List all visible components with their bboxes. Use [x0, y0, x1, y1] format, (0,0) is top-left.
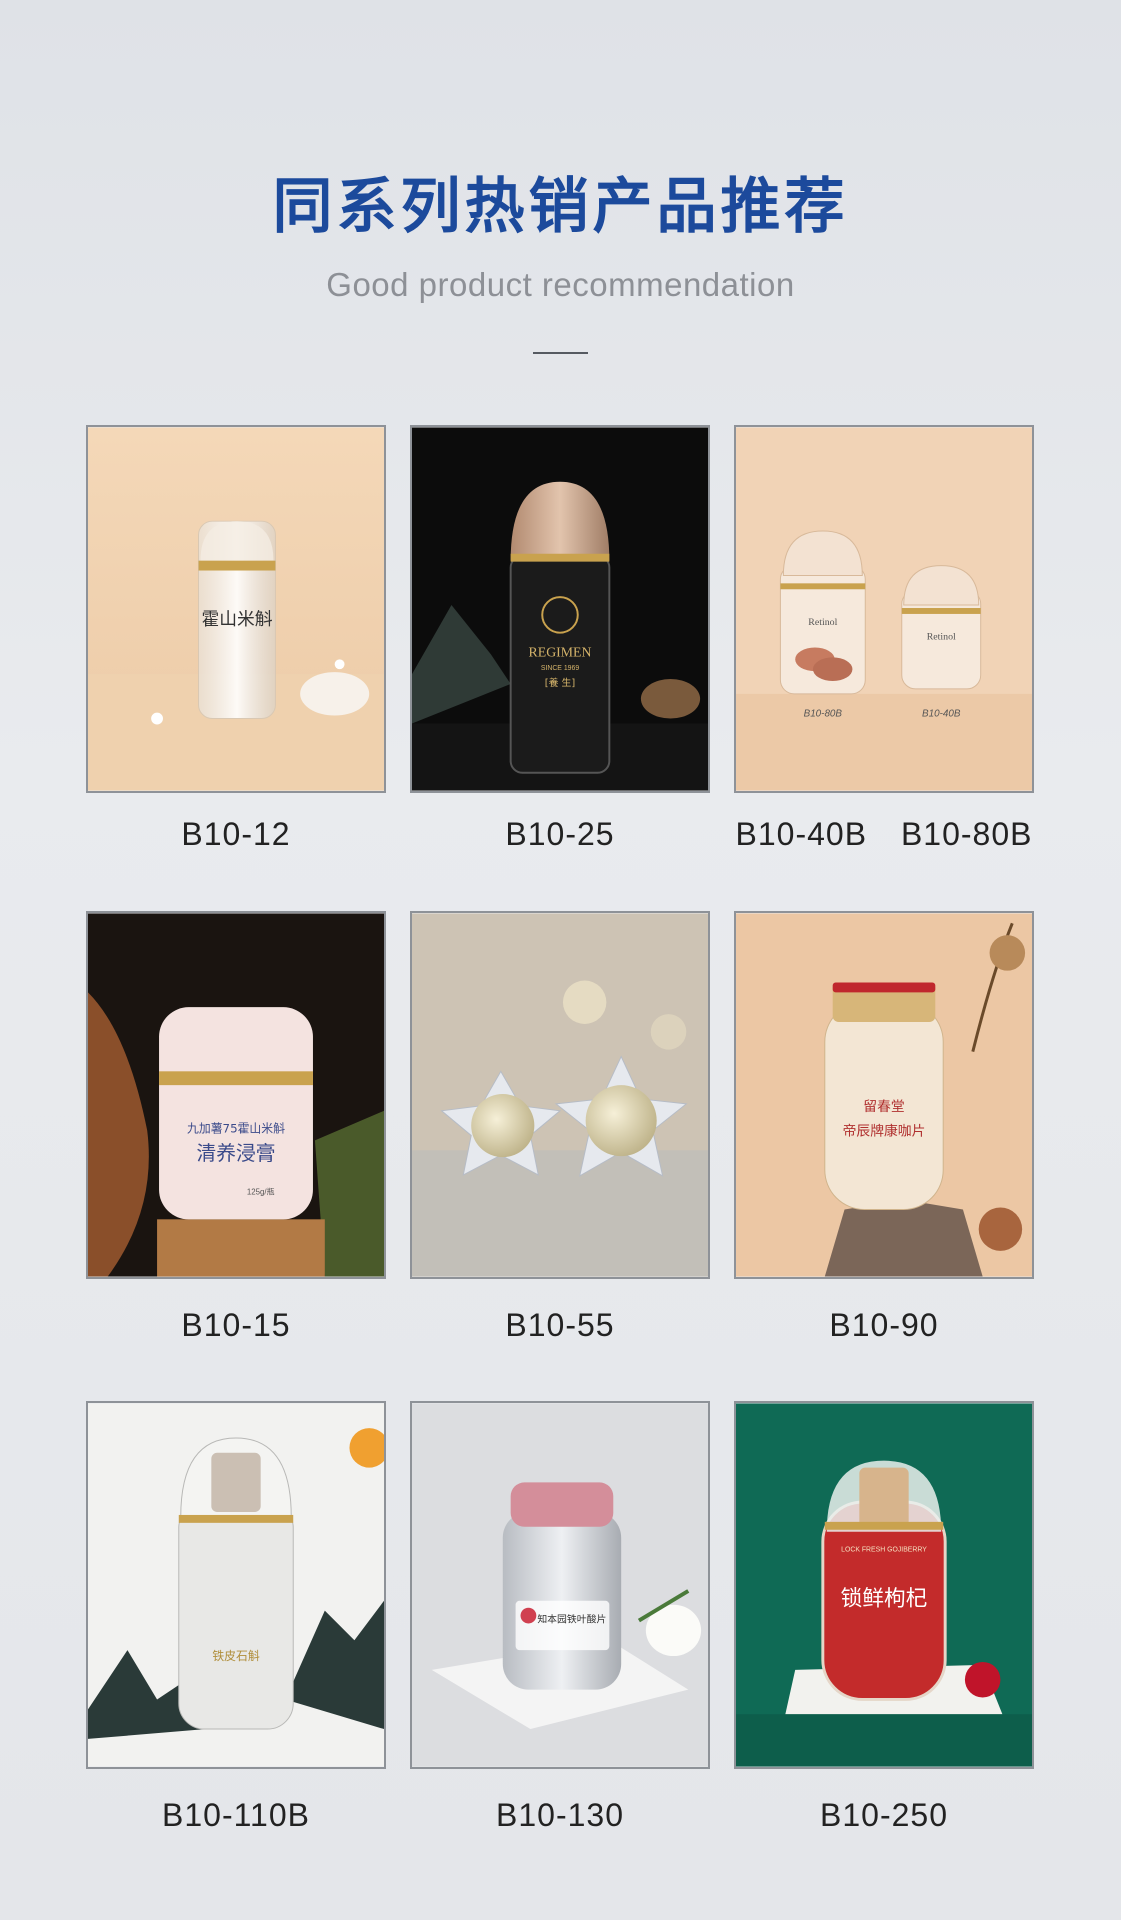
bottle-sub: SINCE 1969: [541, 665, 579, 672]
product-image: 九加薯75霍山米斛 清养浸膏 125g/瓶: [88, 913, 384, 1277]
bottle-label: REGIMEN: [529, 644, 592, 659]
bottle-label: 清养浸膏: [197, 1142, 276, 1165]
product-image: LOCK FRESH GOJIBERRY 锁鲜枸杞: [736, 1403, 1032, 1767]
product-card-b10-55[interactable]: [410, 911, 710, 1279]
product-image: 知本园铁叶酸片: [412, 1403, 708, 1767]
product-image: 铁皮石斛: [88, 1403, 384, 1767]
bottle-right-code: B10-40B: [922, 709, 961, 720]
bottle-label: 帝辰牌康咖片: [843, 1122, 926, 1139]
bottle-label: Retinol: [927, 632, 956, 643]
product-card-b10-250[interactable]: LOCK FRESH GOJIBERRY 锁鲜枸杞: [734, 1401, 1034, 1769]
product-card-b10-25[interactable]: REGIMEN SINCE 1969 [養 生]: [410, 425, 710, 793]
bottle-cn: [養 生]: [545, 676, 576, 689]
bottle-label: 知本园铁叶酸片: [537, 1612, 606, 1625]
product-code: B10-12: [181, 816, 291, 852]
bottle-brand: 留春堂: [863, 1099, 904, 1115]
product-image: 霍山米斛: [88, 427, 384, 791]
product-code: B10-130: [496, 1797, 624, 1833]
bottle-label: 锁鲜枸杞: [841, 1587, 928, 1612]
product-code: B10-250: [820, 1797, 948, 1833]
page-subtitle: Good product recommendation: [326, 266, 795, 303]
product-card-b10-15[interactable]: 九加薯75霍山米斛 清养浸膏 125g/瓶: [86, 911, 386, 1279]
product-card-b10-90[interactable]: 留春堂 帝辰牌康咖片: [734, 911, 1034, 1279]
title-divider: [533, 352, 588, 354]
product-image: REGIMEN SINCE 1969 [養 生]: [412, 427, 708, 791]
bottle-label: Retinol: [808, 617, 837, 628]
page-title: 同系列热销产品推荐: [272, 172, 849, 242]
product-code: B10-110B: [162, 1797, 310, 1833]
product-code: B10-90: [829, 1307, 939, 1343]
product-image: Retinol Retinol B10-80B B10-40B: [736, 427, 1032, 791]
bottle-left-code: B10-80B: [804, 709, 843, 720]
product-code: B10-25: [505, 816, 615, 852]
bottle-label: 霍山米斛: [201, 609, 272, 630]
product-card-b10-40b-80b[interactable]: Retinol Retinol B10-80B B10-40B: [734, 425, 1034, 793]
product-image: [412, 913, 708, 1277]
bottle-sub: 九加薯75霍山米斛: [187, 1121, 285, 1135]
product-card-b10-130[interactable]: 知本园铁叶酸片: [410, 1401, 710, 1769]
bottle-label: 铁皮石斛: [212, 1649, 259, 1663]
product-card-b10-110b[interactable]: 铁皮石斛: [86, 1401, 386, 1769]
product-code: B10-55: [505, 1307, 615, 1343]
product-card-b10-12[interactable]: 霍山米斛: [86, 425, 386, 793]
bottle-sub: LOCK FRESH GOJIBERRY: [841, 1546, 927, 1553]
product-code: B10-40B B10-80B: [735, 816, 1033, 852]
bottle-weight: 125g/瓶: [247, 1187, 275, 1197]
product-image: 留春堂 帝辰牌康咖片: [736, 913, 1032, 1277]
product-code: B10-15: [181, 1307, 291, 1343]
